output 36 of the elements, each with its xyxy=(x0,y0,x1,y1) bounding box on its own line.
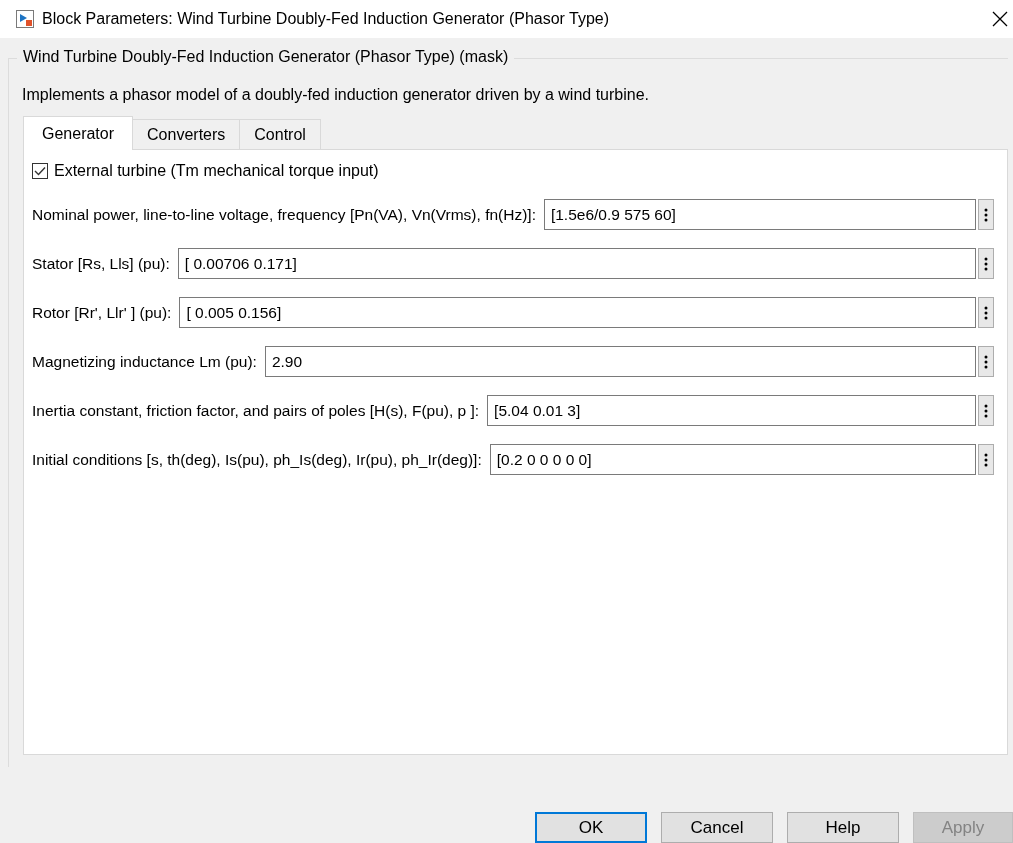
dialog-button[interactable]: Cancel xyxy=(661,812,773,843)
parameter-label: Stator [Rs, Lls] (pu): xyxy=(32,254,170,273)
more-options-button[interactable] xyxy=(978,199,994,230)
dialog-button[interactable]: Help xyxy=(787,812,899,843)
vertical-ellipsis-icon xyxy=(984,354,988,369)
group-title: Wind Turbine Doubly-Fed Induction Generator (Phasor Type) (mask) xyxy=(17,48,515,66)
parameter-field[interactable]: 2.90 xyxy=(264,346,976,377)
parameter-label: Inertia constant, friction factor, and pairs of poles [H(s), F(pu), p ]: xyxy=(32,401,480,420)
parameter-label: Nominal power, line-to-line voltage, frequency [Pn(VA), Vn(Vrms), fn(Hz)]: xyxy=(32,205,536,224)
parameter-field[interactable]: [ 0.005 0.156] xyxy=(179,297,976,328)
parameter-label: Magnetizing inductance Lm (pu): xyxy=(32,352,257,371)
parameter-field[interactable]: [1.5e6/0.9 575 60] xyxy=(543,199,976,230)
parameter-field[interactable]: [ 0.00706 0.171] xyxy=(177,248,976,279)
checkbox-label: External turbine (Tm mechanical torque input) xyxy=(54,162,379,180)
vertical-ellipsis-icon xyxy=(984,256,988,271)
app-icon xyxy=(16,10,34,28)
close-icon[interactable] xyxy=(991,10,1009,28)
parameter-field[interactable]: [5.04 0.01 3] xyxy=(487,395,976,426)
vertical-ellipsis-icon xyxy=(984,452,988,467)
more-options-button[interactable] xyxy=(978,248,994,279)
parameter-label: Rotor [Rr', Llr' ] (pu): xyxy=(32,303,172,322)
tab[interactable]: Generator xyxy=(23,116,134,150)
more-options-button[interactable] xyxy=(978,395,994,426)
more-options-button[interactable] xyxy=(978,346,994,377)
parameter-field[interactable]: [0.2 0 0 0 0 0] xyxy=(489,444,976,475)
vertical-ellipsis-icon xyxy=(984,403,988,418)
parameter-label: Initial conditions [s, th(deg), Is(pu), ph_Is(deg), Ir(pu), ph_Ir(deg)]: xyxy=(32,450,482,469)
more-options-button[interactable] xyxy=(978,297,994,328)
more-options-button[interactable] xyxy=(978,444,994,475)
vertical-ellipsis-icon xyxy=(984,305,988,320)
description-text: Implements a phasor model of a doubly-fed induction generator driven by a wind turbine. xyxy=(22,86,651,104)
vertical-ellipsis-icon xyxy=(984,207,988,222)
tab[interactable]: Control xyxy=(239,119,321,149)
dialog-button[interactable]: OK xyxy=(535,812,647,843)
window-title: Block Parameters: Wind Turbine Doubly-Fed Induction Generator (Phasor Type) xyxy=(42,10,611,28)
checkbox[interactable] xyxy=(32,163,48,179)
